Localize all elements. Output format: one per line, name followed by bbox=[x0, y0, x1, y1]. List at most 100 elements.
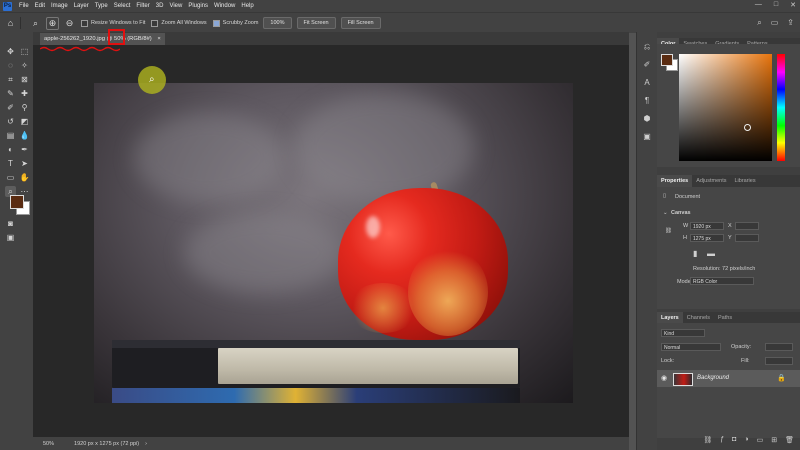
menu-filter[interactable]: Filter bbox=[133, 3, 152, 9]
document-info: 1920 px x 1275 px (72 ppi) bbox=[74, 440, 140, 447]
menu-image[interactable]: Image bbox=[48, 3, 71, 9]
path-selection-icon[interactable]: ➤ bbox=[19, 158, 30, 169]
home-icon[interactable]: ⌂ bbox=[5, 18, 16, 29]
mode-select[interactable]: RGB Color bbox=[690, 277, 754, 285]
screen-mode-icon[interactable]: ▣ bbox=[5, 232, 16, 243]
history-brush-icon[interactable]: ↺ bbox=[5, 116, 16, 127]
tab-adjustments[interactable]: Adjustments bbox=[692, 175, 730, 187]
menu-view[interactable]: View bbox=[166, 3, 185, 9]
y-field[interactable] bbox=[735, 234, 759, 242]
hand-tool-icon[interactable]: ✋ bbox=[19, 172, 30, 183]
zoom-tool-icon[interactable]: ⌕ bbox=[30, 18, 41, 29]
adjustment-layer-icon[interactable]: ◑ bbox=[744, 436, 748, 446]
height-field[interactable]: 1275 px bbox=[690, 234, 724, 242]
menu-select[interactable]: Select bbox=[111, 3, 134, 9]
status-arrow-icon[interactable]: › bbox=[145, 441, 147, 447]
fill-field[interactable] bbox=[765, 357, 793, 365]
menu-type[interactable]: Type bbox=[92, 3, 111, 9]
lock-icon[interactable]: 🔒 bbox=[777, 374, 786, 382]
checkbox-box[interactable] bbox=[151, 19, 159, 27]
layer-name[interactable]: Background bbox=[697, 375, 729, 381]
foreground-swatch[interactable] bbox=[661, 54, 673, 66]
blend-mode-select[interactable]: Normal bbox=[661, 343, 721, 351]
zoom-100-button[interactable]: 100% bbox=[263, 17, 292, 29]
tab-libraries[interactable]: Libraries bbox=[730, 175, 759, 187]
quick-mask-icon[interactable]: ◙ bbox=[5, 218, 16, 229]
checkbox-box[interactable] bbox=[81, 19, 88, 27]
close-window-button[interactable]: ✕ bbox=[790, 1, 796, 9]
color-picker-handle[interactable] bbox=[744, 124, 751, 131]
divider bbox=[20, 17, 21, 29]
gradient-tool-icon[interactable]: ▤ bbox=[5, 130, 16, 141]
delete-layer-icon[interactable]: 🗑 bbox=[785, 436, 794, 446]
checkbox-box[interactable] bbox=[212, 19, 220, 27]
magic-wand-icon[interactable]: ✧ bbox=[19, 60, 30, 71]
dodge-tool-icon[interactable]: ◐ bbox=[5, 144, 16, 155]
width-field[interactable]: 1920 px bbox=[690, 222, 724, 230]
book-top bbox=[112, 340, 520, 388]
link-layers-icon[interactable]: ⛓ bbox=[703, 436, 712, 446]
document-tab[interactable]: apple-256262_1920.jpg @ 50% (RGB/8#) × bbox=[40, 33, 165, 45]
hue-slider[interactable] bbox=[777, 54, 785, 161]
stamp-tool-icon[interactable]: ⚲ bbox=[19, 102, 30, 113]
pen-tool-icon[interactable]: ✒ bbox=[19, 144, 30, 155]
artboard-tool-icon[interactable]: ⬚ bbox=[19, 46, 30, 57]
search-icon[interactable]: ⌕ bbox=[757, 18, 761, 28]
fx-icon[interactable]: ƒ bbox=[720, 436, 724, 446]
zoom-in-icon[interactable]: ⊕ bbox=[46, 16, 59, 30]
character-icon[interactable]: A bbox=[642, 78, 652, 88]
blur-tool-icon[interactable]: 💧 bbox=[19, 130, 30, 141]
portrait-orientation-icon[interactable]: ▮ bbox=[693, 249, 697, 258]
share-icon[interactable]: ⇪ bbox=[787, 18, 794, 28]
menu-help[interactable]: Help bbox=[238, 3, 256, 9]
new-layer-icon[interactable]: ⊞ bbox=[771, 436, 777, 446]
eraser-tool-icon[interactable]: ◩ bbox=[19, 116, 30, 127]
resize-windows-checkbox[interactable]: Resize Windows to Fit bbox=[81, 19, 145, 27]
healing-brush-icon[interactable]: ✚ bbox=[19, 88, 30, 99]
3d-icon[interactable]: ⬢ bbox=[642, 114, 652, 124]
landscape-orientation-icon[interactable]: ▬ bbox=[707, 249, 715, 258]
panel-icon-strip: ⎌ ✐ A ¶ ⬢ ▣ bbox=[636, 32, 658, 450]
zoom-level[interactable]: 50% bbox=[43, 441, 54, 447]
brush-tool-icon[interactable]: ✐ bbox=[5, 102, 16, 113]
brush-settings-icon[interactable]: ✐ bbox=[642, 60, 652, 70]
group-icon[interactable]: ▭ bbox=[757, 436, 764, 446]
crop-tool-icon[interactable]: ⌗ bbox=[5, 74, 16, 85]
zoom-all-checkbox[interactable]: Zoom All Windows bbox=[151, 19, 207, 27]
link-icon[interactable]: ⛓ bbox=[665, 228, 672, 234]
frame-tool-icon[interactable]: ⊠ bbox=[19, 74, 30, 85]
tab-properties[interactable]: Properties bbox=[657, 175, 693, 187]
workspace-icon[interactable]: ▭ bbox=[771, 18, 779, 28]
color-picker-field[interactable] bbox=[679, 54, 772, 161]
fill-screen-button[interactable]: Fill Screen bbox=[340, 17, 381, 29]
menu-edit[interactable]: Edit bbox=[32, 3, 48, 9]
paragraph-icon[interactable]: ¶ bbox=[642, 96, 652, 106]
menu-layer[interactable]: Layer bbox=[71, 3, 92, 9]
type-tool-icon[interactable]: T bbox=[5, 158, 16, 169]
menu-file[interactable]: File bbox=[16, 3, 32, 9]
eye-icon[interactable]: ◉ bbox=[661, 374, 667, 382]
menu-3d[interactable]: 3D bbox=[153, 3, 167, 9]
opacity-field[interactable] bbox=[765, 343, 793, 351]
rectangle-tool-icon[interactable]: ▭ bbox=[5, 172, 16, 183]
zoom-out-icon[interactable]: ⊖ bbox=[64, 18, 75, 29]
scrubby-zoom-checkbox[interactable]: Scrubby Zoom bbox=[212, 19, 258, 27]
eyedropper-icon[interactable]: ✎ bbox=[5, 88, 16, 99]
properties-panel-tabs: Properties Adjustments Libraries bbox=[657, 175, 800, 187]
menu-window[interactable]: Window bbox=[211, 3, 238, 9]
menu-plugins[interactable]: Plugins bbox=[185, 3, 211, 9]
chevron-down-icon[interactable]: ⌄ bbox=[663, 210, 668, 216]
layer-filter-kind[interactable]: Kind bbox=[661, 329, 705, 337]
fit-screen-button[interactable]: Fit Screen bbox=[296, 17, 336, 29]
x-field[interactable] bbox=[735, 222, 759, 230]
mask-icon[interactable]: ◘ bbox=[732, 436, 736, 446]
layer-thumbnail[interactable] bbox=[673, 373, 693, 386]
maximize-button[interactable]: □ bbox=[774, 1, 778, 9]
move-tool-icon[interactable]: ✥ bbox=[5, 46, 16, 57]
close-tab-icon[interactable]: × bbox=[157, 36, 160, 42]
foreground-color-swatch[interactable] bbox=[10, 195, 24, 209]
lasso-tool-icon[interactable]: ◌ bbox=[5, 60, 16, 71]
minimize-button[interactable]: — bbox=[755, 1, 762, 9]
cube-icon[interactable]: ▣ bbox=[642, 132, 652, 142]
history-icon[interactable]: ⎌ bbox=[642, 42, 652, 52]
